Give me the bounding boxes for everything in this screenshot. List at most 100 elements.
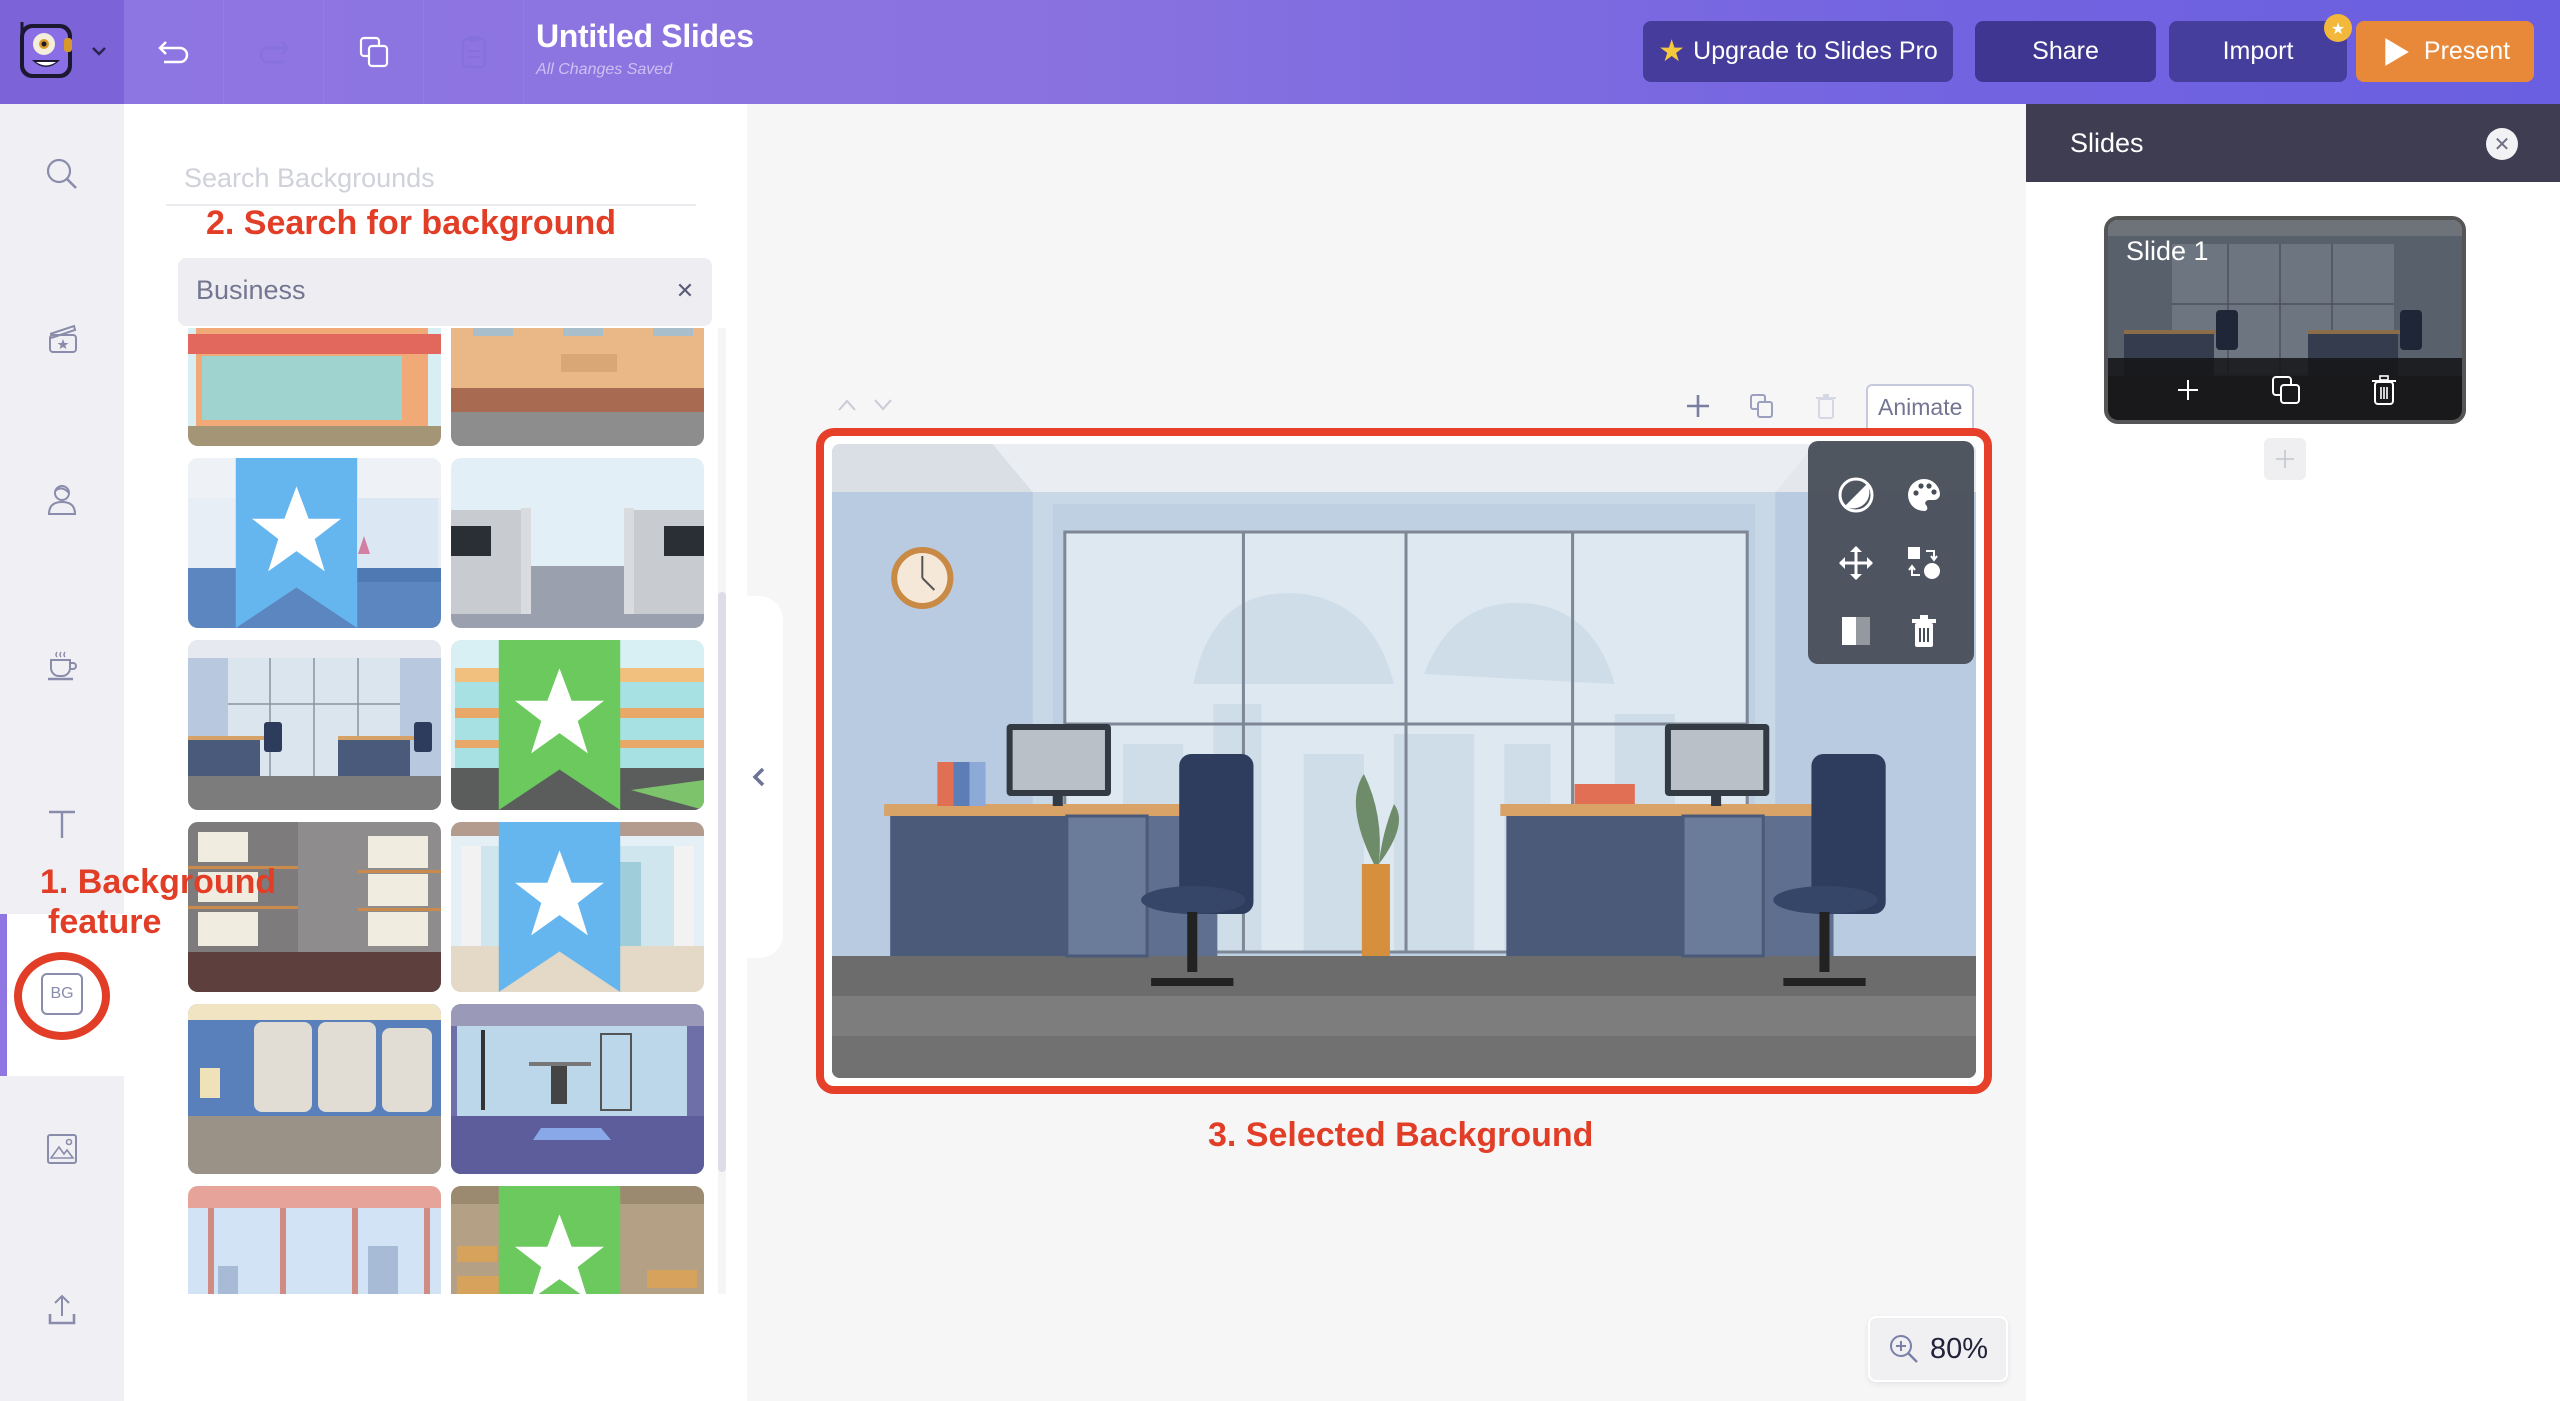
duplicate-button[interactable] [324,0,424,104]
annotation-step-2: 2. Search for background [206,204,616,242]
premium-bookmark-icon [498,822,621,992]
duplicate-icon [359,36,388,68]
rail-item-props[interactable] [0,604,124,724]
background-thumbnail-cubicles[interactable] [451,458,704,628]
rail-item-images[interactable] [0,1088,124,1208]
annotation-step-1: 1. Background feature [40,862,276,942]
annotation-step-3: 3. Selected Background [1208,1116,1594,1154]
chevron-left-icon [752,767,765,787]
trash-icon [1816,394,1836,419]
save-status: All Changes Saved [536,61,673,78]
color-palette-button[interactable] [1896,467,1952,523]
document-title[interactable]: Untitled Slides [536,18,754,55]
slide-thumbnail[interactable]: Slide 1 [2104,216,2466,424]
annotation-step-1-line-2: feature [48,903,162,941]
slide-canvas[interactable] [832,444,1976,1078]
top-bar: Untitled Slides All Changes Saved ★ Upgr… [0,0,2560,104]
undo-button[interactable] [124,0,224,104]
background-thumbnail-gym[interactable] [451,1004,704,1174]
office-background-illustration [832,444,1976,1078]
present-label: Present [2423,37,2511,65]
chevron-down-icon [92,47,106,56]
background-thumbnail-reception[interactable] [188,458,441,628]
background-thumbnail-building-facade[interactable] [451,328,704,446]
plus-icon [1687,395,1709,417]
zoom-level: 80% [1929,1332,1989,1365]
clapperboard-icon [49,324,77,353]
rail-item-scenes[interactable] [0,278,124,398]
background-thumbnail-storefront[interactable] [188,328,441,446]
move-button[interactable] [1828,535,1884,591]
background-thumbnail-glass-front[interactable] [188,1186,441,1294]
background-thumbnail-window-room[interactable] [451,822,704,992]
slides-panel-title: Slides [2070,128,2144,158]
present-button[interactable]: Present [2356,21,2534,82]
background-tools-popover [1808,441,1974,664]
close-icon[interactable]: ✕ [666,272,704,310]
trash-icon [2372,375,2396,405]
add-slide-button[interactable] [1666,386,1730,426]
background-panel: Business ✕ [124,104,747,1401]
upgrade-label: Upgrade to Slides Pro [1693,37,1938,65]
premium-star-badge: ★ [2324,14,2352,42]
app-menu-button[interactable] [0,0,124,104]
monster-mascot-icon [20,22,72,78]
search-backgrounds-input[interactable] [166,152,696,206]
collapse-panel-button[interactable] [735,596,783,958]
paste-button[interactable] [424,0,524,104]
background-thumbnail-office[interactable] [188,640,441,810]
background-thumbnail-shopping-mall[interactable] [451,640,704,810]
close-icon[interactable]: ✕ [2486,128,2518,160]
animate-button[interactable]: Animate [1866,384,1975,428]
background-thumbnail-grid [188,328,710,1294]
duplicate-slide-button[interactable] [2264,368,2308,412]
redo-icon [259,41,290,64]
chevron-down-icon[interactable] [872,398,894,412]
upgrade-button[interactable]: ★ Upgrade to Slides Pro [1643,21,1953,82]
coffee-cup-icon [48,651,77,681]
rail-item-search[interactable] [0,114,124,234]
swap-icon [1908,547,1940,579]
slides-panel-header: Slides ✕ [2026,104,2560,182]
contrast-icon [1838,477,1874,513]
slide-card-actions [2108,358,2462,420]
redo-button[interactable] [224,0,324,104]
play-icon [2385,37,2409,66]
duplicate-icon [2272,376,2300,404]
palette-icon [1908,478,1940,511]
slides-panel: Slides ✕ Slide 1 [2026,104,2560,1401]
rail-item-upload[interactable] [0,1250,124,1370]
annotation-step-1-line-1: 1. Background [40,863,277,901]
delete-slide-button[interactable] [2362,368,2406,412]
duplicate-icon [1750,394,1773,418]
text-icon [49,810,75,838]
panel-scrollbar-thumb[interactable] [718,592,726,1172]
document-title-area: Untitled Slides All Changes Saved [536,18,754,79]
plus-icon [2178,380,2198,400]
zoom-in-icon [1889,1335,1918,1363]
zoom-control[interactable]: 80% [1868,1316,2008,1382]
share-button[interactable]: Share [1975,21,2156,82]
background-thumbnail-storage-warehouse[interactable] [451,1186,704,1294]
flip-button[interactable] [1828,603,1884,659]
delete-slide-button[interactable] [1794,386,1858,426]
import-button[interactable]: Import [2169,21,2347,82]
star-icon: ★ [1658,35,1686,68]
filter-tag-label: Business [196,275,306,305]
rail-item-characters[interactable] [0,440,124,560]
swap-background-button[interactable] [1896,535,1952,591]
search-icon [46,158,77,189]
background-thumbnail-factory-tanks[interactable] [188,1004,441,1174]
import-label: Import [2222,37,2294,65]
plus-icon [2276,450,2294,468]
add-new-slide-button[interactable] [2264,438,2306,480]
upload-icon [48,1294,76,1325]
delete-background-button[interactable] [1896,603,1952,659]
chevron-up-icon[interactable] [836,398,858,412]
add-slide-after-button[interactable] [2166,368,2210,412]
slide-toolbar: Animate [1666,384,1975,428]
premium-bookmark-icon [498,640,621,810]
duplicate-slide-button[interactable] [1730,386,1794,426]
premium-bookmark-icon [235,458,358,628]
contrast-button[interactable] [1828,467,1884,523]
